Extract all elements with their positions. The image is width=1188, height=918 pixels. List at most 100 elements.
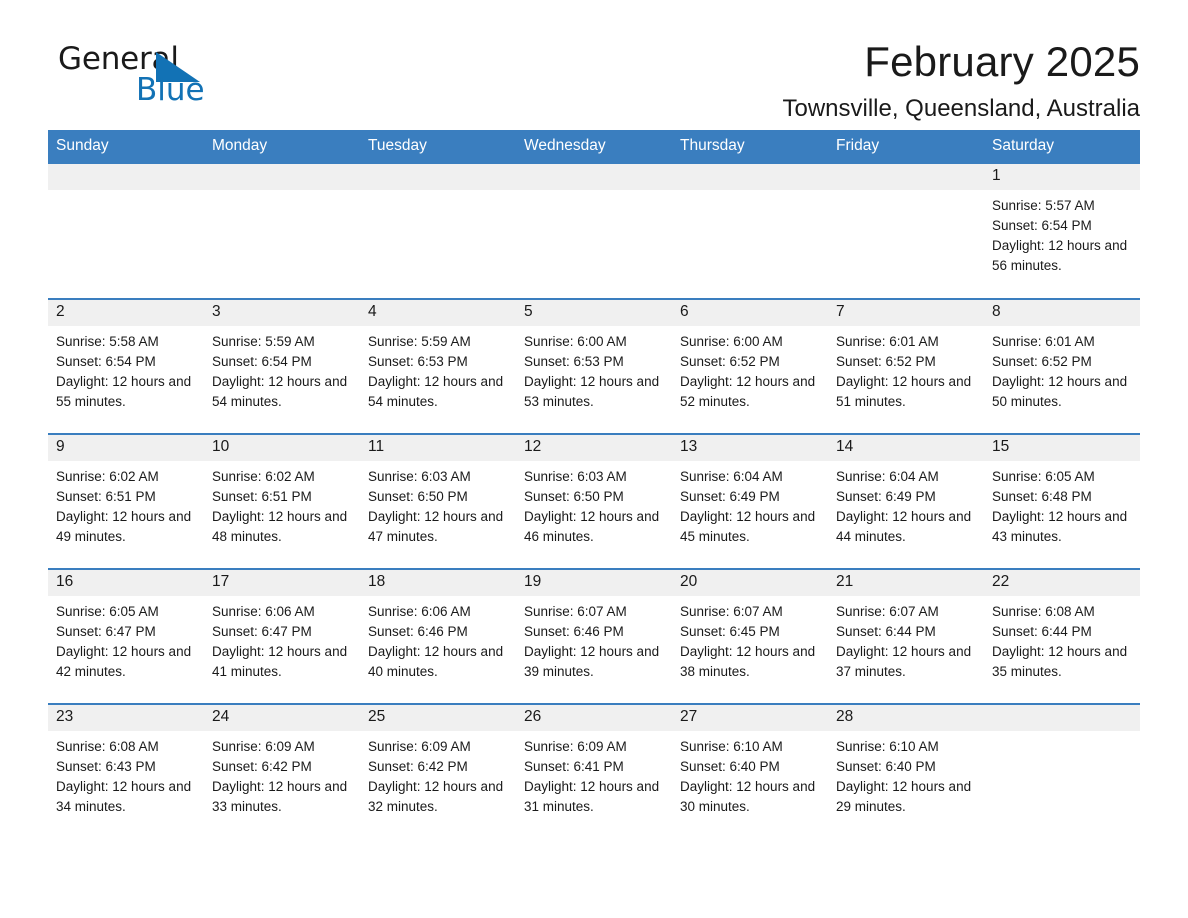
calendar-day-cell[interactable]: 18 Sunrise: 6:06 AM Sunset: 6:46 PM Dayligh… xyxy=(360,567,516,704)
day-number-band: 9 xyxy=(48,434,204,461)
day-number-band: 1 xyxy=(984,163,1140,190)
weekday-header-saturday: Saturday xyxy=(984,130,1140,164)
day-details: Sunrise: 6:02 AM Sunset: 6:51 PM Daylight:… xyxy=(204,461,360,547)
calendar-day-cell[interactable]: 11 Sunrise: 6:03 AM Sunset: 6:50 PM Dayligh… xyxy=(360,432,516,569)
sunset-text: Sunset: 6:53 PM xyxy=(524,353,624,369)
calendar-day-cell[interactable]: 7 Sunrise: 6:01 AM Sunset: 6:52 PM Daylight… xyxy=(828,297,984,434)
day-number-band xyxy=(360,163,516,190)
sunset-text: Sunset: 6:52 PM xyxy=(680,353,780,369)
calendar-day-cell[interactable]: 13 Sunrise: 6:04 AM Sunset: 6:49 PM Dayligh… xyxy=(672,432,828,569)
day-number: 8 xyxy=(992,302,1001,320)
day-number: 6 xyxy=(680,302,689,320)
weekday-header-thursday: Thursday xyxy=(672,130,828,164)
calendar-day-cell[interactable]: 3 Sunrise: 5:59 AM Sunset: 6:54 PM Daylight… xyxy=(204,297,360,434)
daylight-text: Daylight: 12 hours and 34 minutes. xyxy=(56,778,192,814)
calendar-day-cell[interactable]: 27 Sunrise: 6:10 AM Sunset: 6:40 PM Dayligh… xyxy=(672,702,828,839)
day-number: 15 xyxy=(992,437,1010,455)
day-number: 27 xyxy=(680,707,698,725)
weekday-header-monday: Monday xyxy=(204,130,360,164)
sunset-text: Sunset: 6:54 PM xyxy=(212,353,312,369)
calendar-day-cell[interactable]: 20 Sunrise: 6:07 AM Sunset: 6:45 PM Dayligh… xyxy=(672,567,828,704)
day-number-band: 8 xyxy=(984,299,1140,326)
calendar-day-cell[interactable]: 25 Sunrise: 6:09 AM Sunset: 6:42 PM Dayligh… xyxy=(360,702,516,839)
daylight-text: Daylight: 12 hours and 46 minutes. xyxy=(524,508,660,544)
day-number-band: 12 xyxy=(516,434,672,461)
sunset-text: Sunset: 6:41 PM xyxy=(524,758,624,774)
daylight-text: Daylight: 12 hours and 38 minutes. xyxy=(680,643,816,679)
day-details: Sunrise: 6:03 AM Sunset: 6:50 PM Daylight:… xyxy=(360,461,516,547)
calendar-day-cell[interactable]: 28 Sunrise: 6:10 AM Sunset: 6:40 PM Dayligh… xyxy=(828,702,984,839)
calendar-day-cell[interactable]: 5 Sunrise: 6:00 AM Sunset: 6:53 PM Daylight… xyxy=(516,297,672,434)
sunset-text: Sunset: 6:42 PM xyxy=(368,758,468,774)
daylight-text: Daylight: 12 hours and 29 minutes. xyxy=(836,778,972,814)
day-details: Sunrise: 6:09 AM Sunset: 6:42 PM Daylight:… xyxy=(204,731,360,817)
calendar-day-cell[interactable]: 6 Sunrise: 6:00 AM Sunset: 6:52 PM Daylight… xyxy=(672,297,828,434)
calendar-day-cell[interactable]: 14 Sunrise: 6:04 AM Sunset: 6:49 PM Dayligh… xyxy=(828,432,984,569)
calendar-week-row: 2 Sunrise: 5:58 AM Sunset: 6:54 PM Daylight… xyxy=(48,297,1140,434)
sunrise-text: Sunrise: 6:09 AM xyxy=(212,738,315,754)
day-number-band: 27 xyxy=(672,704,828,731)
sunset-text: Sunset: 6:40 PM xyxy=(680,758,780,774)
sunset-text: Sunset: 6:54 PM xyxy=(992,217,1092,233)
day-number: 26 xyxy=(524,707,542,725)
calendar-day-cell[interactable]: 24 Sunrise: 6:09 AM Sunset: 6:42 PM Dayligh… xyxy=(204,702,360,839)
calendar-day-cell[interactable]: 21 Sunrise: 6:07 AM Sunset: 6:44 PM Dayligh… xyxy=(828,567,984,704)
calendar-week-row: 16 Sunrise: 6:05 AM Sunset: 6:47 PM Dayligh… xyxy=(48,567,1140,704)
calendar-cell-empty xyxy=(672,163,828,299)
calendar-day-cell[interactable]: 9 Sunrise: 6:02 AM Sunset: 6:51 PM Daylight… xyxy=(48,432,204,569)
day-number: 19 xyxy=(524,572,542,590)
calendar-cell-empty xyxy=(984,702,1140,839)
calendar-day-cell[interactable]: 23 Sunrise: 6:08 AM Sunset: 6:43 PM Dayligh… xyxy=(48,702,204,839)
sunrise-text: Sunrise: 6:07 AM xyxy=(524,603,627,619)
day-details: Sunrise: 6:07 AM Sunset: 6:45 PM Daylight:… xyxy=(672,596,828,682)
day-number-band: 10 xyxy=(204,434,360,461)
sunset-text: Sunset: 6:54 PM xyxy=(56,353,156,369)
day-number: 4 xyxy=(368,302,377,320)
day-number-band: 17 xyxy=(204,569,360,596)
calendar-day-cell[interactable]: 2 Sunrise: 5:58 AM Sunset: 6:54 PM Daylight… xyxy=(48,297,204,434)
calendar-day-cell[interactable]: 26 Sunrise: 6:09 AM Sunset: 6:41 PM Dayligh… xyxy=(516,702,672,839)
calendar-day-cell[interactable]: 12 Sunrise: 6:03 AM Sunset: 6:50 PM Dayligh… xyxy=(516,432,672,569)
daylight-text: Daylight: 12 hours and 51 minutes. xyxy=(836,373,972,409)
daylight-text: Daylight: 12 hours and 49 minutes. xyxy=(56,508,192,544)
day-details: Sunrise: 6:01 AM Sunset: 6:52 PM Daylight:… xyxy=(984,326,1140,412)
day-details: Sunrise: 6:10 AM Sunset: 6:40 PM Daylight:… xyxy=(672,731,828,817)
day-number: 23 xyxy=(56,707,74,725)
day-number-band: 26 xyxy=(516,704,672,731)
day-number-band: 5 xyxy=(516,299,672,326)
daylight-text: Daylight: 12 hours and 35 minutes. xyxy=(992,643,1128,679)
sunrise-text: Sunrise: 5:59 AM xyxy=(368,333,471,349)
calendar-week-row: 9 Sunrise: 6:02 AM Sunset: 6:51 PM Daylight… xyxy=(48,432,1140,569)
sunrise-text: Sunrise: 5:57 AM xyxy=(992,197,1095,213)
calendar-day-cell[interactable]: 22 Sunrise: 6:08 AM Sunset: 6:44 PM Dayligh… xyxy=(984,567,1140,704)
calendar-cell-empty xyxy=(516,163,672,299)
day-number: 10 xyxy=(212,437,230,455)
day-details: Sunrise: 6:04 AM Sunset: 6:49 PM Daylight:… xyxy=(828,461,984,547)
calendar-day-cell[interactable]: 4 Sunrise: 5:59 AM Sunset: 6:53 PM Daylight… xyxy=(360,297,516,434)
day-number-band: 23 xyxy=(48,704,204,731)
calendar-day-cell[interactable]: 8 Sunrise: 6:01 AM Sunset: 6:52 PM Daylight… xyxy=(984,297,1140,434)
calendar-day-cell[interactable]: 15 Sunrise: 6:05 AM Sunset: 6:48 PM Dayligh… xyxy=(984,432,1140,569)
daylight-text: Daylight: 12 hours and 52 minutes. xyxy=(680,373,816,409)
day-details: Sunrise: 6:00 AM Sunset: 6:52 PM Daylight:… xyxy=(672,326,828,412)
day-details: Sunrise: 5:59 AM Sunset: 6:54 PM Daylight:… xyxy=(204,326,360,412)
day-number-band: 2 xyxy=(48,299,204,326)
sunset-text: Sunset: 6:48 PM xyxy=(992,488,1092,504)
calendar-day-cell[interactable]: 19 Sunrise: 6:07 AM Sunset: 6:46 PM Dayligh… xyxy=(516,567,672,704)
day-number-band xyxy=(828,163,984,190)
day-details: Sunrise: 6:04 AM Sunset: 6:49 PM Daylight:… xyxy=(672,461,828,547)
calendar-day-cell[interactable]: 1 Sunrise: 5:57 AM Sunset: 6:54 PM Daylight… xyxy=(984,163,1140,299)
calendar-body: 1 Sunrise: 5:57 AM Sunset: 6:54 PM Daylight… xyxy=(48,163,1140,839)
calendar-cell-empty xyxy=(360,163,516,299)
day-number-band: 28 xyxy=(828,704,984,731)
day-number-band: 14 xyxy=(828,434,984,461)
day-details: Sunrise: 6:09 AM Sunset: 6:41 PM Daylight:… xyxy=(516,731,672,817)
day-number: 17 xyxy=(212,572,230,590)
sunset-text: Sunset: 6:47 PM xyxy=(212,623,312,639)
calendar-day-cell[interactable]: 16 Sunrise: 6:05 AM Sunset: 6:47 PM Dayligh… xyxy=(48,567,204,704)
day-number-band xyxy=(516,163,672,190)
sunset-text: Sunset: 6:50 PM xyxy=(368,488,468,504)
sunrise-text: Sunrise: 6:09 AM xyxy=(524,738,627,754)
calendar-day-cell[interactable]: 17 Sunrise: 6:06 AM Sunset: 6:47 PM Dayligh… xyxy=(204,567,360,704)
calendar-day-cell[interactable]: 10 Sunrise: 6:02 AM Sunset: 6:51 PM Dayligh… xyxy=(204,432,360,569)
